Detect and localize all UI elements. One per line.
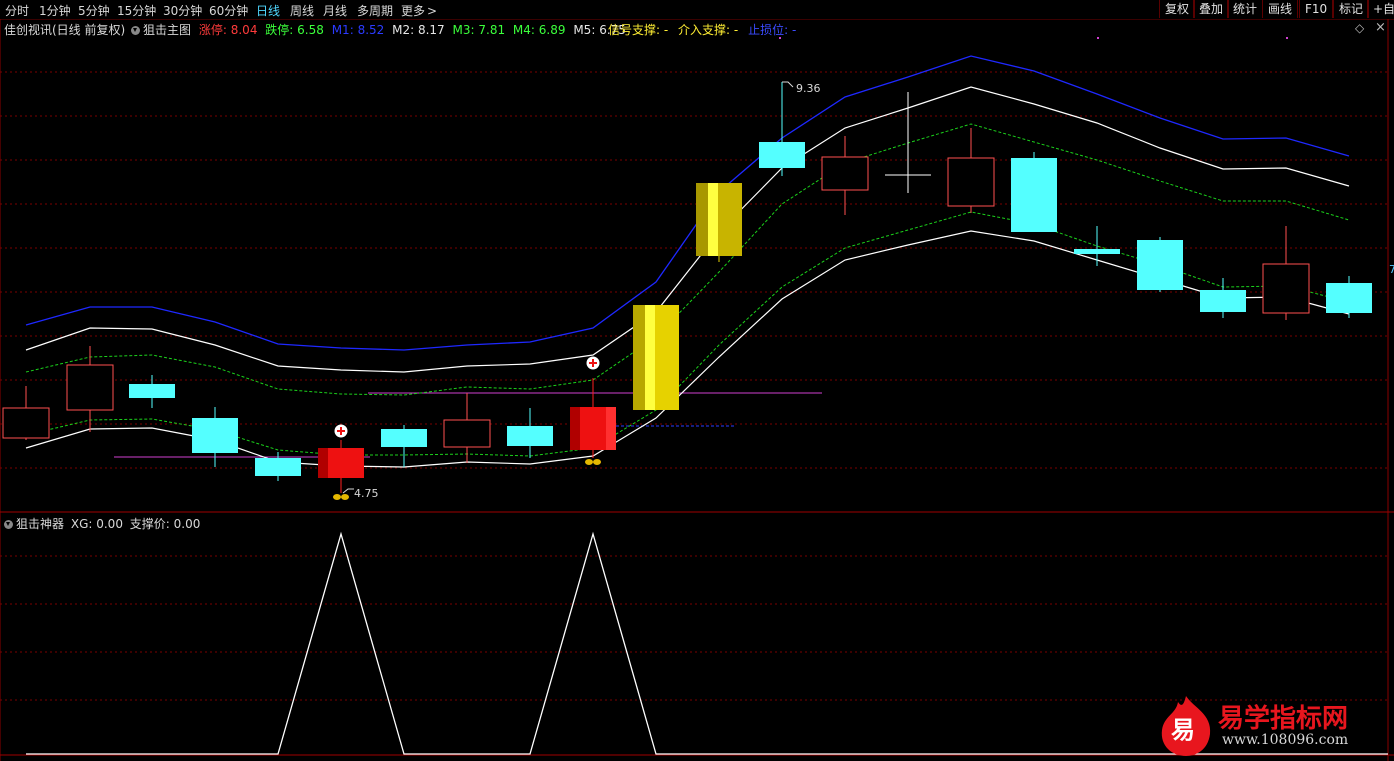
candle <box>1326 283 1372 313</box>
candle <box>1200 290 1246 312</box>
buy-signal-icon <box>334 424 348 438</box>
candles <box>2 82 1372 493</box>
svg-text:4.75: 4.75 <box>354 487 379 500</box>
m1-line <box>25 55 1350 351</box>
high-price-marker: 9.36 <box>782 81 821 95</box>
sub-grid <box>0 555 1388 701</box>
candle <box>2 407 50 439</box>
right-edge-label: 7 <box>1389 263 1394 276</box>
flame-logo-icon: 易 <box>1161 696 1211 756</box>
candle <box>129 384 175 398</box>
m2-line <box>25 86 1350 373</box>
butterfly-icon <box>333 494 349 500</box>
candle <box>1262 263 1310 314</box>
top-dots <box>779 37 1288 39</box>
candle <box>759 142 805 168</box>
candle <box>947 157 995 207</box>
watermark: 易 易学指标网 www.108096.com <box>1156 694 1394 756</box>
candle <box>507 426 553 446</box>
candle <box>1137 240 1183 290</box>
buy-signal-icon <box>586 356 600 370</box>
candle <box>381 429 427 447</box>
candle <box>66 364 114 411</box>
butterfly-icon <box>585 459 601 465</box>
candle <box>1074 249 1120 254</box>
svg-text:9.36: 9.36 <box>796 82 821 95</box>
kline-chart: 9.36 4.75 7 <box>0 19 1394 761</box>
watermark-title: 易学指标网 <box>1218 704 1349 734</box>
candle <box>192 418 238 453</box>
svg-text:易: 易 <box>1171 716 1195 744</box>
watermark-url: www.108096.com <box>1222 732 1349 748</box>
candle <box>255 458 301 476</box>
candle <box>821 156 869 191</box>
candle <box>1011 158 1057 232</box>
candle <box>443 419 491 448</box>
